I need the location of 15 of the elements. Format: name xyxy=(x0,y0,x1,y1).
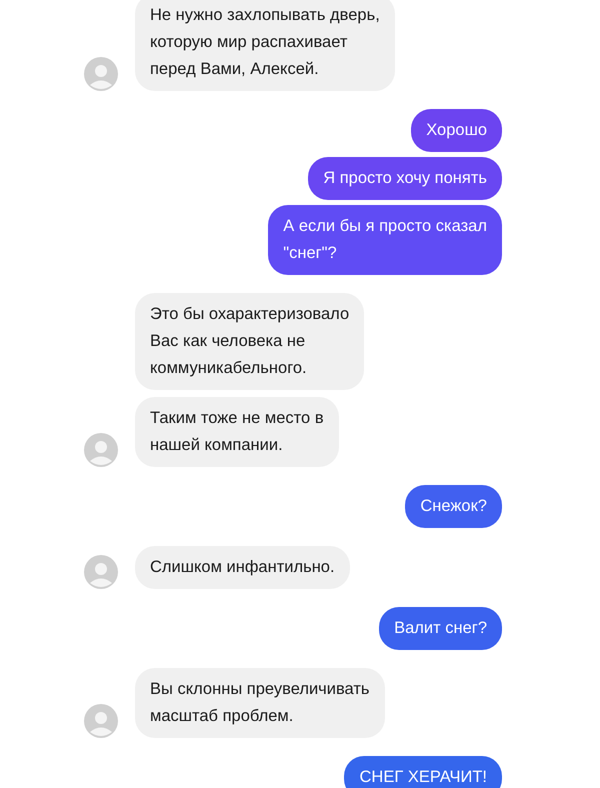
message-bubble: Не нужно захлопывать дверь, которую мир распахивает перед Вами, Алексей. xyxy=(135,0,395,91)
message-bubble: Я просто хочу понять xyxy=(308,157,502,200)
avatar-icon xyxy=(84,433,118,467)
message-bubble: Таким тоже не место в нашей компании. xyxy=(135,397,339,467)
message-bubble: Валит снег? xyxy=(379,607,502,650)
message-bubble: СНЕГ ХЕРАЧИТ! xyxy=(344,756,502,788)
message-bubble: А если бы я просто сказал "снег"? xyxy=(268,205,502,275)
message-bubble: Снежок? xyxy=(405,485,502,528)
message-bubble: Слишком инфантильно. xyxy=(135,546,350,589)
message-bubble: Это бы охарактеризовало Вас как человека не коммуникабельного. xyxy=(135,293,364,390)
avatar-icon xyxy=(84,57,118,91)
avatar-icon xyxy=(84,555,118,589)
message-bubble: Хорошо xyxy=(411,109,502,152)
message-bubble: Вы склонны преувеличивать масштаб проблем. xyxy=(135,668,385,738)
avatar-icon xyxy=(84,704,118,738)
